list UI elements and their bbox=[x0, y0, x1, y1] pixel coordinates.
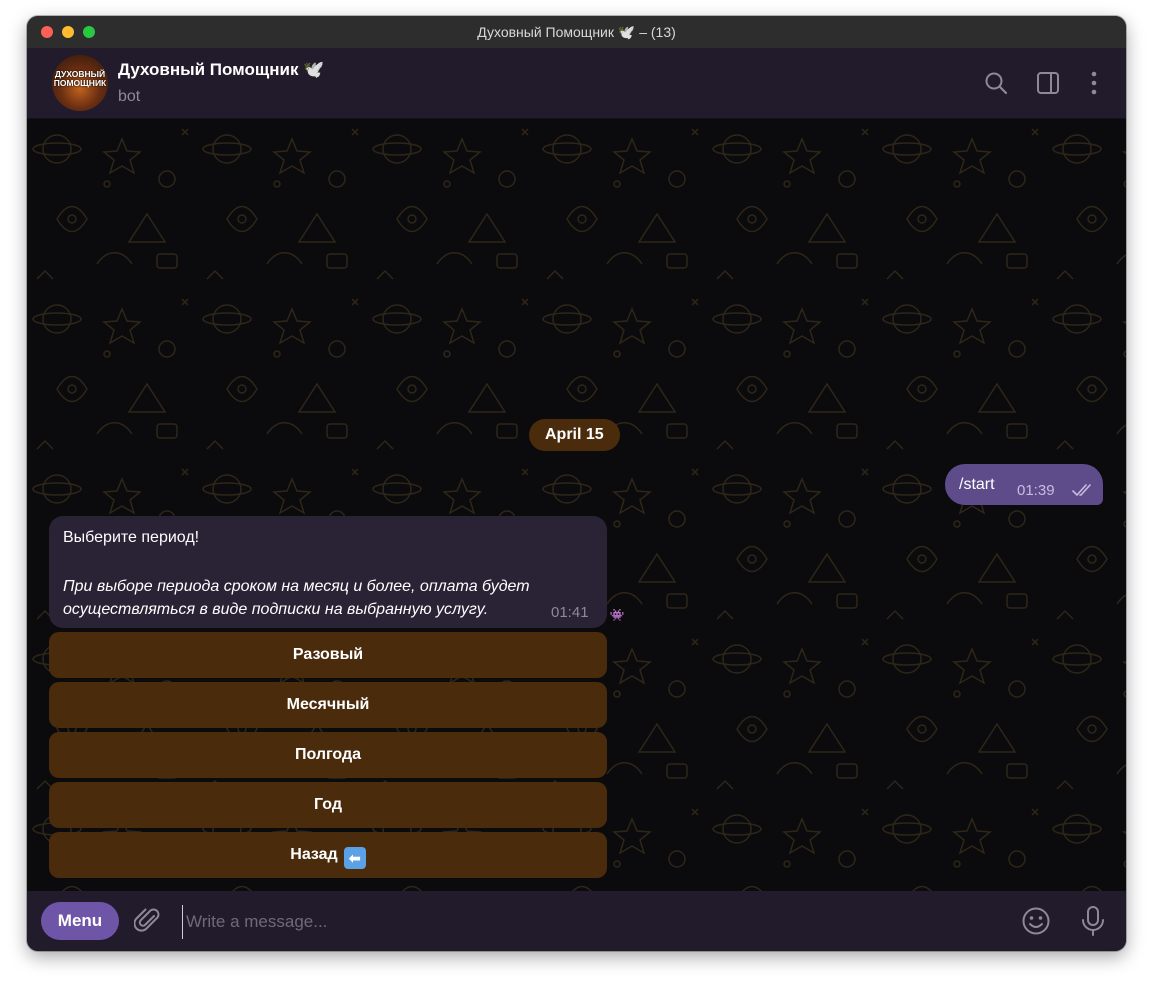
telegram-window: Духовный Помощник 🕊️ – (13) ДУХОВНЫЙ ПОМ… bbox=[27, 16, 1126, 951]
emoji-icon[interactable] bbox=[1021, 906, 1051, 936]
keyboard-button-label: Разовый bbox=[292, 646, 364, 663]
avatar[interactable]: ДУХОВНЫЙ ПОМОЩНИК bbox=[52, 55, 108, 111]
chat-status: bot bbox=[118, 88, 141, 105]
incoming-message-title: Выберите период! bbox=[63, 529, 200, 546]
double-check-icon bbox=[1072, 484, 1091, 497]
outgoing-message[interactable]: /start 01:39 bbox=[945, 464, 1103, 505]
avatar-logo-text: ДУХОВНЫЙ ПОМОЩНИК bbox=[53, 69, 107, 88]
title-bar: Духовный Помощник 🕊️ – (13) bbox=[27, 16, 1126, 48]
message-input[interactable] bbox=[182, 905, 988, 939]
keyboard-button-half-year[interactable]: Полгода bbox=[49, 732, 607, 778]
outgoing-message-time: 01:39 bbox=[1017, 482, 1055, 499]
search-icon[interactable] bbox=[983, 70, 1009, 96]
keyboard-button-label: Полгода bbox=[294, 746, 362, 763]
menu-button[interactable]: Menu bbox=[41, 902, 119, 940]
keyboard-button-year[interactable]: Год bbox=[49, 782, 607, 828]
outgoing-message-text: /start bbox=[959, 476, 995, 493]
keyboard-button-back[interactable]: Назад ⬅ bbox=[49, 832, 607, 878]
keyboard-button-label: Месячный bbox=[286, 696, 370, 713]
keyboard-button-month[interactable]: Месячный bbox=[49, 682, 607, 728]
chat-header[interactable]: ДУХОВНЫЙ ПОМОЩНИК Духовный Помощник 🕊️ b… bbox=[27, 48, 1126, 119]
microphone-icon[interactable] bbox=[1078, 905, 1108, 937]
date-separator: April 15 bbox=[529, 419, 620, 451]
chat-area[interactable]: April 15 /start 01:39 Выберите период! П… bbox=[27, 119, 1126, 891]
incoming-message-note: При выборе периода сроком на месяц и бол… bbox=[63, 578, 530, 618]
reaction-emoji[interactable]: 👾 bbox=[609, 607, 625, 623]
window-title: Духовный Помощник 🕊️ – (13) bbox=[477, 24, 676, 40]
keyboard-button-once[interactable]: Разовый bbox=[49, 632, 607, 678]
chat-name[interactable]: Духовный Помощник 🕊️ bbox=[118, 60, 324, 80]
sidebar-toggle-icon[interactable] bbox=[1035, 70, 1061, 96]
message-composer: Menu bbox=[27, 891, 1126, 951]
incoming-message[interactable]: Выберите период! При выборе периода срок… bbox=[49, 516, 607, 628]
keyboard-button-label: Год bbox=[314, 796, 342, 813]
back-arrow-icon: ⬅ bbox=[343, 847, 366, 869]
keyboard-button-label: Назад bbox=[290, 846, 338, 863]
paperclip-icon[interactable] bbox=[134, 907, 162, 935]
more-vertical-icon[interactable] bbox=[1081, 70, 1107, 96]
incoming-message-time: 01:41 bbox=[551, 604, 589, 621]
